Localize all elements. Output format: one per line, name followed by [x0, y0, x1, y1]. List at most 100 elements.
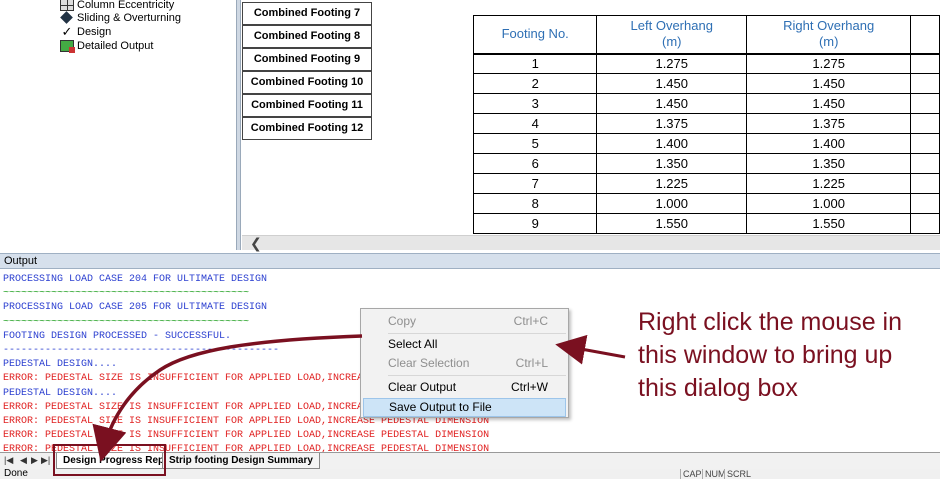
status-text: Done: [4, 469, 28, 479]
tree-item-label: Sliding & Overturning: [77, 12, 181, 24]
menu-item-clear-selection[interactable]: Clear Selection Ctrl+L: [363, 354, 566, 373]
table-row[interactable]: 8 1.000 1.000: [473, 193, 940, 214]
combined-footing-10-button[interactable]: Combined Footing 10: [242, 71, 372, 94]
table-row[interactable]: 7 1.225 1.225: [473, 173, 940, 194]
table-cell: 1.375: [746, 113, 912, 134]
table-cell: 1.450: [746, 73, 912, 94]
last-tab-icon[interactable]: ▶|: [41, 455, 50, 466]
table-row[interactable]: 3 1.450 1.450: [473, 93, 940, 114]
table-cell: [910, 153, 940, 174]
table-row[interactable]: 4 1.375 1.375: [473, 113, 940, 134]
callout-text: Right click the mouse in this window to …: [638, 308, 903, 402]
menu-item-label: Select All: [388, 337, 438, 351]
table-cell: [910, 93, 940, 114]
output-line: ~~~~~~~~~~~~~~~~~~~~~~~~~~~~~~~~~~~~~~~~…: [3, 288, 250, 300]
table-row[interactable]: 9 1.550 1.550: [473, 213, 940, 234]
check-icon: ✓: [61, 24, 73, 39]
menu-item-save-output-to-file[interactable]: Save Output to File: [363, 398, 566, 417]
header-footing-no: Footing No.: [473, 15, 598, 55]
menu-item-label: Copy: [388, 314, 417, 328]
table-row[interactable]: 2 1.450 1.450: [473, 73, 940, 94]
table-cell: 1.400: [596, 133, 748, 154]
menu-separator: [388, 333, 566, 334]
table-cell: [910, 173, 940, 194]
table-cell: [910, 73, 940, 94]
combined-footing-7-button[interactable]: Combined Footing 7: [242, 2, 372, 25]
table-cell: 5: [473, 133, 598, 154]
table-cell: 2: [473, 73, 598, 94]
tree-item-design[interactable]: ✓ Design: [60, 24, 112, 39]
combined-footing-11-button[interactable]: Combined Footing 11: [242, 94, 372, 117]
context-menu: Copy Ctrl+C Select All Clear Selection C…: [360, 308, 569, 418]
scroll-left-icon[interactable]: ❮: [250, 236, 262, 250]
table-cell: 1.350: [596, 153, 748, 174]
table-cell: 1.275: [746, 53, 912, 74]
slide-icon: [60, 12, 74, 24]
menu-item-shortcut: Ctrl+W: [511, 380, 548, 394]
combined-footing-9-button[interactable]: Combined Footing 9: [242, 48, 372, 71]
header-left-overhang: Left Overhang (m): [596, 15, 748, 55]
table-cell: 4: [473, 113, 598, 134]
table-cell: 1.450: [596, 73, 748, 94]
footing-button-list: Combined Footing 7 Combined Footing 8 Co…: [242, 0, 372, 140]
cap-indicator: CAP: [680, 469, 702, 479]
tree-item-label: Column Eccentricity: [77, 0, 175, 11]
table-cell: [910, 53, 940, 74]
menu-item-label: Clear Output: [388, 380, 457, 394]
prev-tab-icon[interactable]: ◀: [20, 455, 27, 466]
table-cell: 1.275: [596, 53, 748, 74]
output-icon: [60, 40, 75, 53]
overhang-table: Footing No. Left Overhang (m) Right Over…: [473, 15, 940, 235]
menu-item-label: Clear Selection: [388, 356, 470, 370]
table-cell: 1.550: [746, 213, 912, 234]
tab-strip-footing-design-summary[interactable]: Strip footing Design Summary: [162, 453, 320, 469]
table-cell: 7: [473, 173, 598, 194]
tab-highlight-box: [53, 444, 166, 476]
tree-item-sliding-overturning[interactable]: Sliding & Overturning: [60, 11, 181, 25]
table-cell: [910, 113, 940, 134]
table-cell: 1.225: [746, 173, 912, 194]
output-pane-title: Output: [0, 253, 940, 269]
table-cell: 9: [473, 213, 598, 234]
table-cell: 6: [473, 153, 598, 174]
tree-item-detailed-output[interactable]: Detailed Output: [60, 39, 153, 53]
menu-item-shortcut: Ctrl+C: [513, 314, 548, 328]
output-line: PROCESSING LOAD CASE 204 FOR ULTIMATE DE…: [3, 274, 268, 285]
grid-icon: [60, 0, 74, 11]
menu-item-copy[interactable]: Copy Ctrl+C: [363, 312, 566, 331]
table-row[interactable]: 5 1.400 1.400: [473, 133, 940, 154]
menu-separator: [388, 375, 566, 376]
tree-item-label: Design: [77, 26, 112, 38]
horizontal-scrollbar[interactable]: ❮: [242, 235, 940, 250]
table-row[interactable]: 1 1.275 1.275: [473, 53, 940, 74]
tree-item-label: Detailed Output: [77, 40, 154, 52]
menu-item-label: Save Output to File: [389, 400, 492, 414]
table-cell: 1.000: [746, 193, 912, 214]
table-cell: 1.000: [596, 193, 748, 214]
table-cell: [910, 213, 940, 234]
table-cell: 1.350: [746, 153, 912, 174]
table-cell: 8: [473, 193, 598, 214]
table-cell: 1: [473, 53, 598, 74]
vertical-splitter[interactable]: [236, 0, 241, 250]
scrl-indicator: SCRL: [724, 469, 751, 479]
table-cell: 3: [473, 93, 598, 114]
combined-footing-12-button[interactable]: Combined Footing 12: [242, 117, 372, 140]
menu-item-select-all[interactable]: Select All: [363, 335, 566, 354]
combined-footing-8-button[interactable]: Combined Footing 8: [242, 25, 372, 48]
num-indicator: NUM: [702, 469, 726, 479]
model-tree: Column Eccentricity Sliding & Overturnin…: [0, 0, 236, 250]
menu-item-clear-output[interactable]: Clear Output Ctrl+W: [363, 378, 566, 397]
next-tab-icon[interactable]: ▶: [31, 455, 38, 466]
header-extra: [910, 15, 940, 55]
first-tab-icon[interactable]: |◀: [4, 455, 13, 466]
table-cell: 1.450: [746, 93, 912, 114]
output-line: ERROR: PEDESTAL SIZE IS INSUFFICIENT FOR…: [3, 430, 490, 442]
table-row[interactable]: 6 1.350 1.350: [473, 153, 940, 174]
header-right-overhang: Right Overhang (m): [746, 15, 912, 55]
table-cell: 1.400: [746, 133, 912, 154]
table-cell: 1.550: [596, 213, 748, 234]
table-cell: [910, 193, 940, 214]
table-cell: 1.225: [596, 173, 748, 194]
menu-item-shortcut: Ctrl+L: [515, 356, 548, 370]
